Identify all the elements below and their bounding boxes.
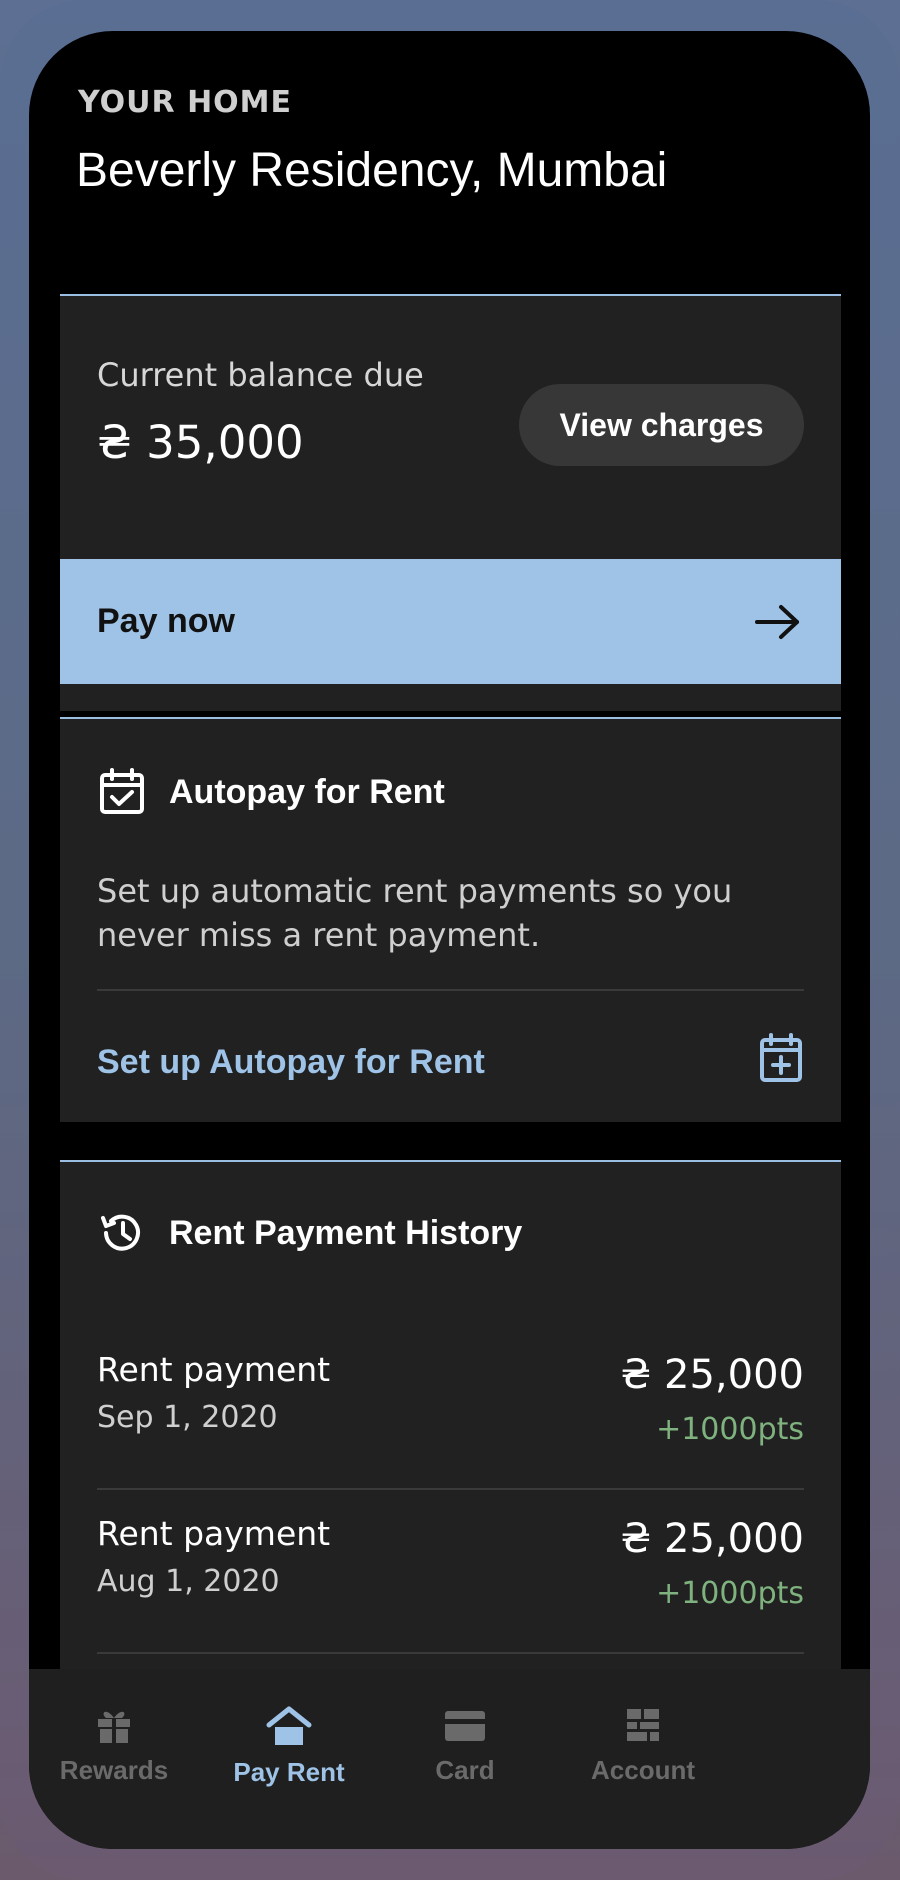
tab-label: Card [435,1755,495,1785]
autopay-header: Autopay for Rent [97,767,445,817]
balance-label: Current balance due [97,356,424,394]
device-frame: YOUR HOME Beverly Residency, Mumbai Curr… [0,0,900,1880]
arrow-right-icon [755,604,799,639]
payment-history-card: Rent Payment History Rent payment Sep 1,… [60,1160,841,1722]
calendar-check-icon [100,768,144,814]
balance-amount: ₴ 35,000 [97,416,304,469]
history-title: Rent Payment History [169,1213,523,1252]
row-title: Rent payment [97,1514,331,1553]
divider [97,1652,804,1654]
balance-card: Current balance due ₴ 35,000 View charge… [60,294,841,711]
divider [97,1488,804,1490]
app-screen: YOUR HOME Beverly Residency, Mumbai Curr… [29,31,870,1849]
tab-label: Account [591,1755,695,1785]
autopay-title: Autopay for Rent [169,772,445,811]
card-icon [445,1711,485,1741]
row-points: +1000pts [656,1576,804,1611]
tab-account[interactable]: Account [543,1705,743,1786]
account-icon [627,1709,659,1741]
tab-label: Rewards [59,1755,169,1785]
tab-label: Pay Rent [233,1757,345,1787]
tab-card[interactable]: Card [365,1705,565,1786]
history-icon [101,1214,140,1251]
view-charges-button[interactable]: View charges [519,384,804,466]
home-icon [266,1706,312,1745]
calendar-add-icon[interactable] [758,1032,804,1084]
autopay-card: Autopay for Rent Set up automatic rent p… [60,717,841,1122]
row-title: Rent payment [97,1350,331,1389]
row-date: Sep 1, 2020 [97,1400,278,1435]
row-amount: ₴ 25,000 [620,1516,804,1562]
bottom-tab-bar: Rewards Pay Rent Card Account [29,1669,870,1849]
setup-autopay-link[interactable]: Set up Autopay for Rent [97,1043,485,1082]
gift-icon [98,1711,130,1743]
row-date: Aug 1, 2020 [97,1564,280,1599]
divider [97,989,804,991]
row-amount: ₴ 25,000 [620,1352,804,1398]
header-eyebrow: YOUR HOME [78,85,293,120]
history-row[interactable]: Rent payment Aug 1, 2020 ₴ 25,000 +1000p… [97,1514,804,1664]
row-points: +1000pts [656,1412,804,1447]
history-row[interactable]: Rent payment Sep 1, 2020 ₴ 25,000 +1000p… [97,1350,804,1500]
pay-now-button[interactable]: Pay now [60,559,841,684]
history-header: Rent Payment History [97,1208,522,1258]
tab-pay-rent[interactable]: Pay Rent [189,1705,389,1788]
pay-now-label: Pay now [97,602,235,640]
tab-rewards[interactable]: Rewards [29,1705,214,1786]
page-title: Beverly Residency, Mumbai [76,144,668,197]
autopay-description: Set up automatic rent payments so you ne… [97,872,733,954]
